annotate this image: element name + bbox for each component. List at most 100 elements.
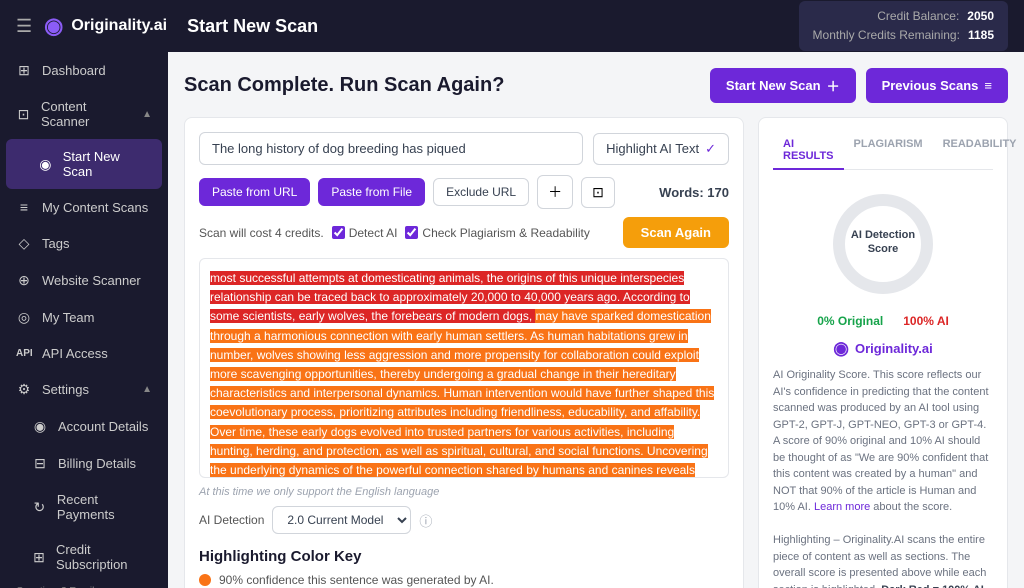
main-content: Scan Complete. Run Scan Again? Start New… xyxy=(168,52,1024,588)
brand-label: Originality.ai xyxy=(855,341,933,356)
sidebar-item-label: Recent Payments xyxy=(57,492,152,522)
sidebar-item-start-new-scan[interactable]: ◉ Start New Scan xyxy=(6,139,162,189)
ai-model-select[interactable]: 2.0 Current Model xyxy=(272,506,411,534)
sidebar-item-api-access[interactable]: API API Access xyxy=(0,336,168,371)
color-key-items: 90% confidence this sentence was generat… xyxy=(199,573,729,588)
color-key-label-90: 90% confidence this sentence was generat… xyxy=(219,573,494,587)
billing-icon: ⊟ xyxy=(32,455,48,472)
sidebar-item-recent-payments[interactable]: ↻ Recent Payments xyxy=(0,482,168,532)
sidebar-item-my-team[interactable]: ◎ My Team xyxy=(0,299,168,336)
score-row: 0% Original 100% AI xyxy=(773,314,993,328)
plus-icon: ＋ xyxy=(827,76,840,95)
topbar: ☰ ◉ Originality.ai Start New Scan Credit… xyxy=(0,0,1024,52)
words-count: Words: 170 xyxy=(659,185,729,200)
sidebar-item-website-scanner[interactable]: ⊕ Website Scanner xyxy=(0,262,168,299)
sidebar-item-label: Settings xyxy=(42,382,89,397)
sidebar-item-credit-subscription[interactable]: ⊞ Credit Subscription xyxy=(0,532,168,582)
check-icon: ✓ xyxy=(705,141,716,157)
start-scan-icon: ◉ xyxy=(38,156,53,173)
tab-readability[interactable]: READABILITY xyxy=(933,132,1024,170)
svg-text:AI Detection: AI Detection xyxy=(851,229,915,241)
paste-file-button[interactable]: Paste from File xyxy=(318,178,425,206)
settings-expand-icon: ▲ xyxy=(142,384,152,395)
settings-icon: ⚙ xyxy=(16,381,32,398)
menu-icon[interactable]: ☰ xyxy=(16,16,32,37)
originality-badge: ◉ Originality.ai xyxy=(773,338,993,359)
payments-icon: ↻ xyxy=(32,499,47,516)
content-scans-icon: ≡ xyxy=(16,199,32,215)
lang-note: At this time we only support the English… xyxy=(199,486,729,498)
result-tabs: AI RESULTS PLAGIARISM READABILITY xyxy=(773,132,993,170)
monthly-value: 1185 xyxy=(968,28,994,42)
color-key-title: Highlighting Color Key xyxy=(199,548,729,565)
score-ai: 100% AI xyxy=(903,314,949,328)
sidebar-item-label: Dashboard xyxy=(42,63,106,78)
support-text: Questions? Email support@originality.ai xyxy=(0,582,168,588)
sidebar-item-label: API Access xyxy=(42,346,108,361)
scan-again-button[interactable]: Scan Again xyxy=(623,217,729,248)
color-key-item-90: 90% confidence this sentence was generat… xyxy=(199,573,729,587)
tags-icon: ◇ xyxy=(16,235,32,252)
sidebar-item-label: My Content Scans xyxy=(42,200,148,215)
text-input[interactable] xyxy=(199,132,583,165)
list-icon: ≡ xyxy=(984,78,992,93)
credits-value: 2050 xyxy=(967,9,994,23)
sidebar-item-label: Billing Details xyxy=(58,456,136,471)
cost-text: Scan will cost 4 credits. xyxy=(199,226,324,240)
sidebar-item-label: Content Scanner xyxy=(41,99,132,129)
sidebar-item-label: Start New Scan xyxy=(63,149,146,179)
logo: ◉ Originality.ai xyxy=(44,13,167,39)
dashboard-icon: ⊞ xyxy=(16,62,32,79)
exclude-url-button[interactable]: Exclude URL xyxy=(433,178,529,206)
sidebar-item-my-content-scans[interactable]: ≡ My Content Scans xyxy=(0,189,168,225)
sidebar-item-account-details[interactable]: ◉ Account Details xyxy=(0,408,168,445)
sidebar-item-settings[interactable]: ⚙ Settings ▲ xyxy=(0,371,168,408)
action-row: Paste from URL Paste from File Exclude U… xyxy=(199,175,729,209)
learn-more-link[interactable]: Learn more xyxy=(814,501,870,513)
monthly-label: Monthly Credits Remaining: xyxy=(813,28,960,42)
start-new-scan-button[interactable]: Start New Scan ＋ xyxy=(710,68,856,103)
logo-icon: ◉ xyxy=(44,13,63,39)
check-plagiarism-label[interactable]: Check Plagiarism & Readability xyxy=(405,226,589,240)
credit-icon: ⊞ xyxy=(32,549,46,566)
sidebar-item-label: My Team xyxy=(42,310,95,325)
tab-ai-results[interactable]: AI RESULTS xyxy=(773,132,844,170)
credits-label: Credit Balance: xyxy=(877,9,959,23)
paste-url-button[interactable]: Paste from URL xyxy=(199,178,310,206)
account-icon: ◉ xyxy=(32,418,48,435)
tab-plagiarism[interactable]: PLAGIARISM xyxy=(844,132,933,170)
sidebar-item-billing-details[interactable]: ⊟ Billing Details xyxy=(0,445,168,482)
ai-detect-row: AI Detection 2.0 Current Model ⓘ xyxy=(199,506,729,534)
content-scanner-icon: ⊡ xyxy=(16,106,31,123)
sidebar-item-tags[interactable]: ◇ Tags xyxy=(0,225,168,262)
originality-icon: ◉ xyxy=(833,338,849,359)
svg-text:Score: Score xyxy=(868,243,899,255)
color-dot-90 xyxy=(199,574,211,586)
detect-ai-label[interactable]: Detect AI xyxy=(332,226,398,240)
scan-header: Scan Complete. Run Scan Again? Start New… xyxy=(184,68,1008,103)
sidebar-item-label: Credit Subscription xyxy=(56,542,152,572)
api-icon: API xyxy=(16,348,32,359)
detect-ai-checkbox[interactable] xyxy=(332,226,345,239)
highlight-btn[interactable]: Highlight AI Text ✓ xyxy=(593,133,729,165)
cost-row: Scan will cost 4 credits. Detect AI Chec… xyxy=(199,217,729,248)
sidebar-item-content-scanner[interactable]: ⊡ Content Scanner ▲ xyxy=(0,89,168,139)
team-icon: ◎ xyxy=(16,309,32,326)
sidebar-item-label: Account Details xyxy=(58,419,148,434)
sidebar-item-dashboard[interactable]: ⊞ Dashboard xyxy=(0,52,168,89)
logo-text: Originality.ai xyxy=(71,17,167,35)
page-title: Start New Scan xyxy=(187,16,786,37)
previous-scans-button[interactable]: Previous Scans ≡ xyxy=(866,68,1008,103)
scan-actions: Start New Scan ＋ Previous Scans ≡ xyxy=(710,68,1008,103)
left-panel: Highlight AI Text ✓ Paste from URL Paste… xyxy=(184,117,744,588)
donut-chart-container: AI Detection Score xyxy=(773,184,993,304)
scan-title: Scan Complete. Run Scan Again? xyxy=(184,74,504,97)
text-input-row: Highlight AI Text ✓ xyxy=(199,132,729,165)
right-panel: AI RESULTS PLAGIARISM READABILITY AI Det… xyxy=(758,117,1008,588)
website-scanner-icon: ⊕ xyxy=(16,272,32,289)
add-icon-button[interactable]: ＋ xyxy=(537,175,573,209)
plagiarism-checkbox[interactable] xyxy=(405,226,418,239)
donut-chart: AI Detection Score xyxy=(823,184,943,304)
share-icon-button[interactable]: ⊡ xyxy=(581,177,615,208)
sidebar-item-label: Tags xyxy=(42,236,69,251)
